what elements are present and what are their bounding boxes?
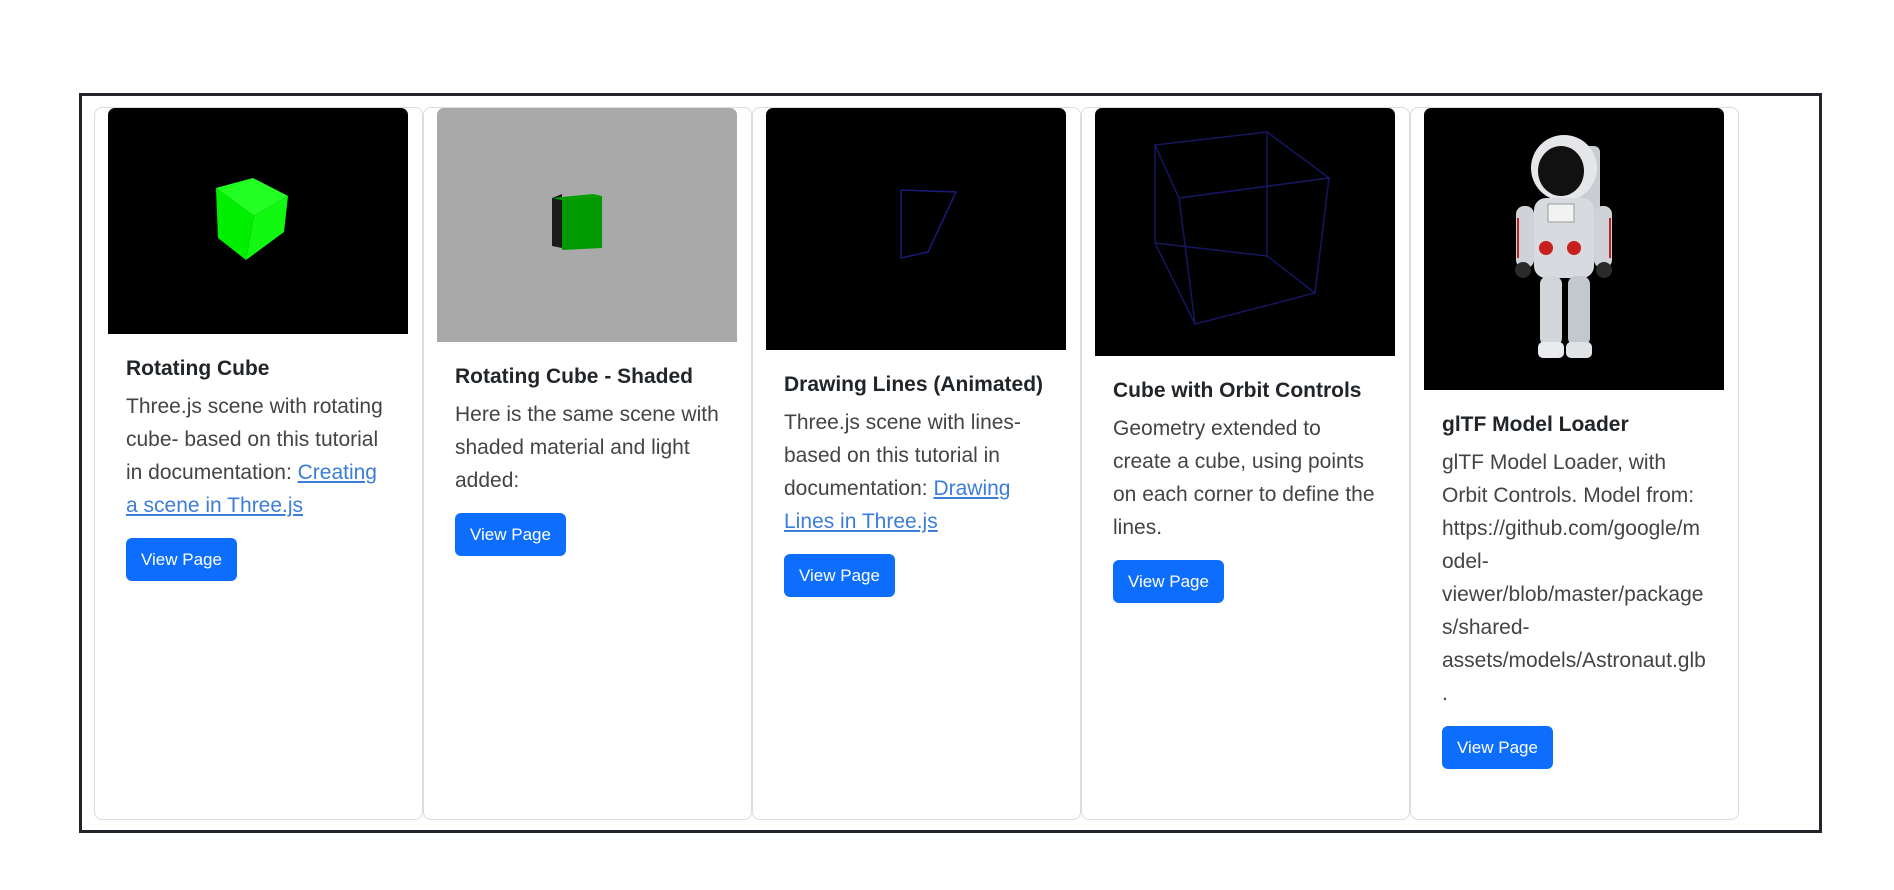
view-page-button[interactable]: View Page: [455, 513, 566, 556]
card-title: Rotating Cube: [126, 357, 270, 380]
card-text: Here is the same scene with shaded mater…: [455, 403, 719, 492]
card-text: Geometry extended to create a cube, usin…: [1113, 417, 1375, 539]
card-text: Three.js scene with lines- based on this…: [784, 411, 1021, 533]
card-gltf-model-loader: glTF Model Loader glTF Model Loader, wit…: [1410, 107, 1739, 820]
view-page-button[interactable]: View Page: [784, 554, 895, 597]
drawn-lines-image: [766, 108, 1066, 350]
card-title: Cube with Orbit Controls: [1113, 379, 1362, 402]
card-title: glTF Model Loader: [1442, 413, 1629, 436]
card-rotating-cube-shaded: Rotating Cube - Shaded Here is the same …: [423, 107, 752, 820]
card-title: Drawing Lines (Animated): [784, 373, 1044, 396]
card-gallery-frame: Rotating Cube Three.js scene with rotati…: [79, 93, 1822, 833]
card-row: Rotating Cube Three.js scene with rotati…: [94, 107, 1739, 820]
view-page-button[interactable]: View Page: [126, 538, 237, 581]
card-title: Rotating Cube - Shaded: [455, 365, 693, 388]
view-page-button[interactable]: View Page: [1113, 560, 1224, 603]
shaded-cube-image: [437, 108, 737, 342]
wireframe-cube-image: [1095, 108, 1395, 356]
scene-preview-drawing-lines: [766, 108, 1066, 350]
card-text: glTF Model Loader, with Orbit Controls. …: [1442, 451, 1706, 705]
green-cube-image: [108, 108, 408, 334]
card-text: Three.js scene with rotating cube- based…: [126, 395, 383, 517]
scene-preview-orbit-cube: [1095, 108, 1395, 356]
scene-preview-shaded-cube: [437, 108, 737, 342]
card-orbit-controls: Cube with Orbit Controls Geometry extend…: [1081, 107, 1410, 820]
scene-preview-rotating-cube: [108, 108, 408, 334]
scene-preview-astronaut: [1424, 108, 1724, 390]
card-drawing-lines: Drawing Lines (Animated) Three.js scene …: [752, 107, 1081, 820]
astronaut-model-image: [1424, 108, 1724, 390]
card-rotating-cube: Rotating Cube Three.js scene with rotati…: [94, 107, 423, 820]
view-page-button[interactable]: View Page: [1442, 726, 1553, 769]
